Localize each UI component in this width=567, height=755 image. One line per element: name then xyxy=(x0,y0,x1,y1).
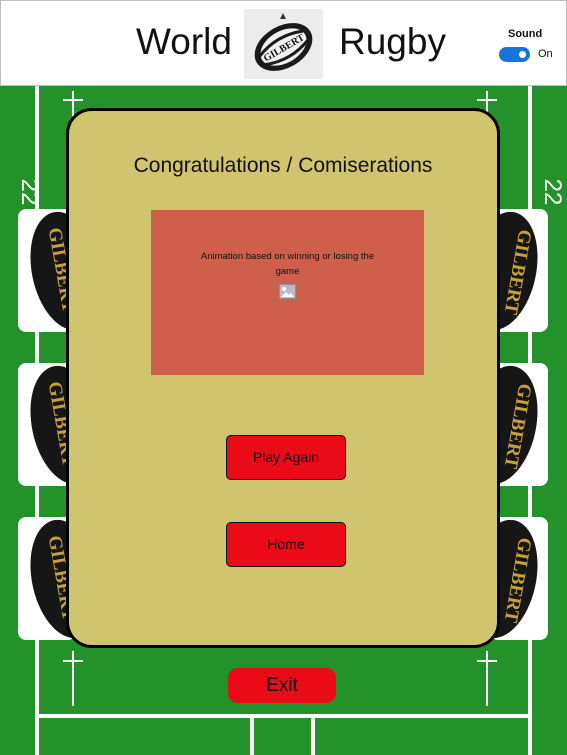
gilbert-ball-logo: GILBERT xyxy=(244,9,323,79)
sound-toggle[interactable] xyxy=(499,47,530,62)
sound-label: Sound xyxy=(508,28,543,40)
toggle-knob xyxy=(519,51,526,58)
app-header: World GILBERT Rugby Sound On xyxy=(0,0,567,86)
field-line-mark-22-right: 22 xyxy=(539,179,566,206)
animation-placeholder-text: Animation based on winning or losing the… xyxy=(200,251,375,277)
result-dialog: Congratulations / Comiserations Animatio… xyxy=(66,108,500,648)
rugby-ball-logo-icon: GILBERT xyxy=(254,13,313,71)
sound-state-label: On xyxy=(538,48,553,60)
field-line-mark-22-left: 22 xyxy=(16,179,43,206)
exit-button[interactable]: Exit xyxy=(228,668,336,703)
image-icon xyxy=(279,284,296,299)
home-button[interactable]: Home xyxy=(226,522,346,567)
title-left: World xyxy=(136,21,232,62)
animation-placeholder: Animation based on winning or losing the… xyxy=(151,210,424,375)
title-right: Rugby xyxy=(339,21,446,62)
dialog-title: Congratulations / Comiserations xyxy=(133,154,433,177)
play-again-button[interactable]: Play Again xyxy=(226,435,346,480)
